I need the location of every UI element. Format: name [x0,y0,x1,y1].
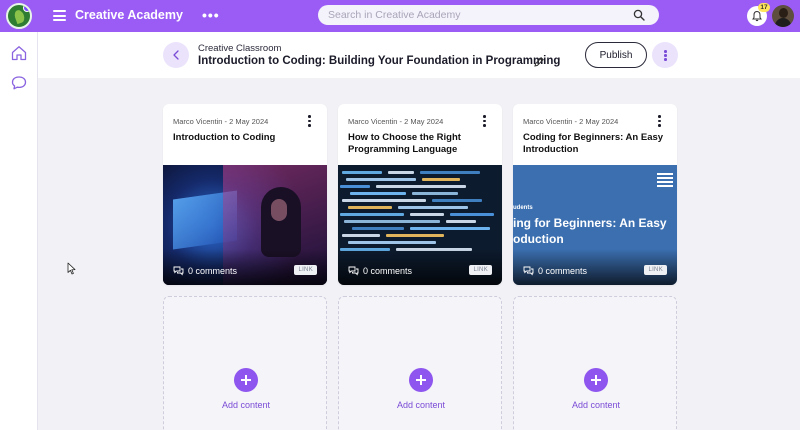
comments-count[interactable]: 0 comments [173,265,237,276]
more-horizontal-icon[interactable]: ••• [202,7,220,23]
ibm-logo-icon [657,173,673,189]
page-header: Creative Classroom Introduction to Codin… [38,32,800,78]
comments-icon [523,266,534,276]
search-bar [318,5,659,25]
breadcrumb[interactable]: Creative Classroom [198,43,281,54]
user-avatar[interactable] [772,5,794,27]
top-bar: Creative Academy ••• 17 [0,0,800,32]
add-content-label[interactable]: Add content [339,400,503,410]
card-meta: Marco Vicentin - 2 May 2024 [523,117,619,126]
comments-count[interactable]: 0 comments [523,265,587,276]
left-sidebar [0,32,38,430]
more-vertical-icon[interactable] [652,42,678,68]
notification-count-badge: 17 [758,3,770,12]
comments-label: 0 comments [538,266,588,276]
chevron-left-icon [173,50,179,60]
academy-logo[interactable] [6,3,32,29]
comments-count[interactable]: 0 comments [348,265,412,276]
publish-button[interactable]: Publish [585,42,647,68]
card-title[interactable]: How to Choose the Right Programming Lang… [348,132,493,156]
content-card[interactable]: Marco Vicentin - 2 May 2024 How to Choos… [338,104,502,285]
more-vertical-icon[interactable] [307,115,311,127]
card-meta: Marco Vicentin - 2 May 2024 [173,117,269,126]
back-button[interactable] [163,42,189,68]
comments-icon [173,266,184,276]
add-content-label[interactable]: Add content [514,400,678,410]
plus-icon[interactable] [409,368,433,392]
thumbnail-label: udents [513,205,533,211]
add-content-label[interactable]: Add content [164,400,328,410]
more-vertical-icon[interactable] [482,115,486,127]
pencil-icon[interactable] [533,56,545,68]
link-badge: LINK [644,265,667,275]
plus-icon[interactable] [234,368,258,392]
page-title: Introduction to Coding: Building Your Fo… [198,55,561,67]
content-card[interactable]: Marco Vicentin - 2 May 2024 Coding for B… [513,104,677,285]
card-title[interactable]: Coding for Beginners: An Easy Introducti… [523,132,668,156]
card-thumbnail[interactable]: udents ing for Beginners: An Easy oducti… [513,165,677,285]
app-title[interactable]: Creative Academy [75,8,183,22]
search-icon[interactable] [633,9,645,21]
add-content-slot[interactable]: Add content [513,296,677,430]
add-content-slot[interactable]: Add content [338,296,502,430]
thumbnail-text-line2: oduction [513,232,564,246]
chat-bubble-icon[interactable] [10,74,28,92]
mouse-cursor-icon [67,262,76,275]
plus-icon[interactable] [584,368,608,392]
hamburger-icon[interactable] [53,10,66,21]
search-input[interactable] [328,7,628,23]
card-thumbnail[interactable]: 0 comments LINK [338,165,502,285]
card-meta: Marco Vicentin - 2 May 2024 [348,117,444,126]
comments-label: 0 comments [363,266,413,276]
link-badge: LINK [294,265,317,275]
thumbnail-text-line1: ing for Beginners: An Easy [513,216,667,230]
card-thumbnail[interactable]: 0 comments LINK [163,165,327,285]
comments-icon [348,266,359,276]
add-content-slot[interactable]: Add content [163,296,327,430]
content-card[interactable]: Marco Vicentin - 2 May 2024 Introduction… [163,104,327,285]
comments-label: 0 comments [188,266,238,276]
online-indicator [23,5,30,12]
link-badge: LINK [469,265,492,275]
thumbnail-text: ing for Beginners: An Easy oduction [513,215,677,247]
more-vertical-icon[interactable] [657,115,661,127]
card-title[interactable]: Introduction to Coding [173,132,318,144]
home-icon[interactable] [10,44,28,62]
